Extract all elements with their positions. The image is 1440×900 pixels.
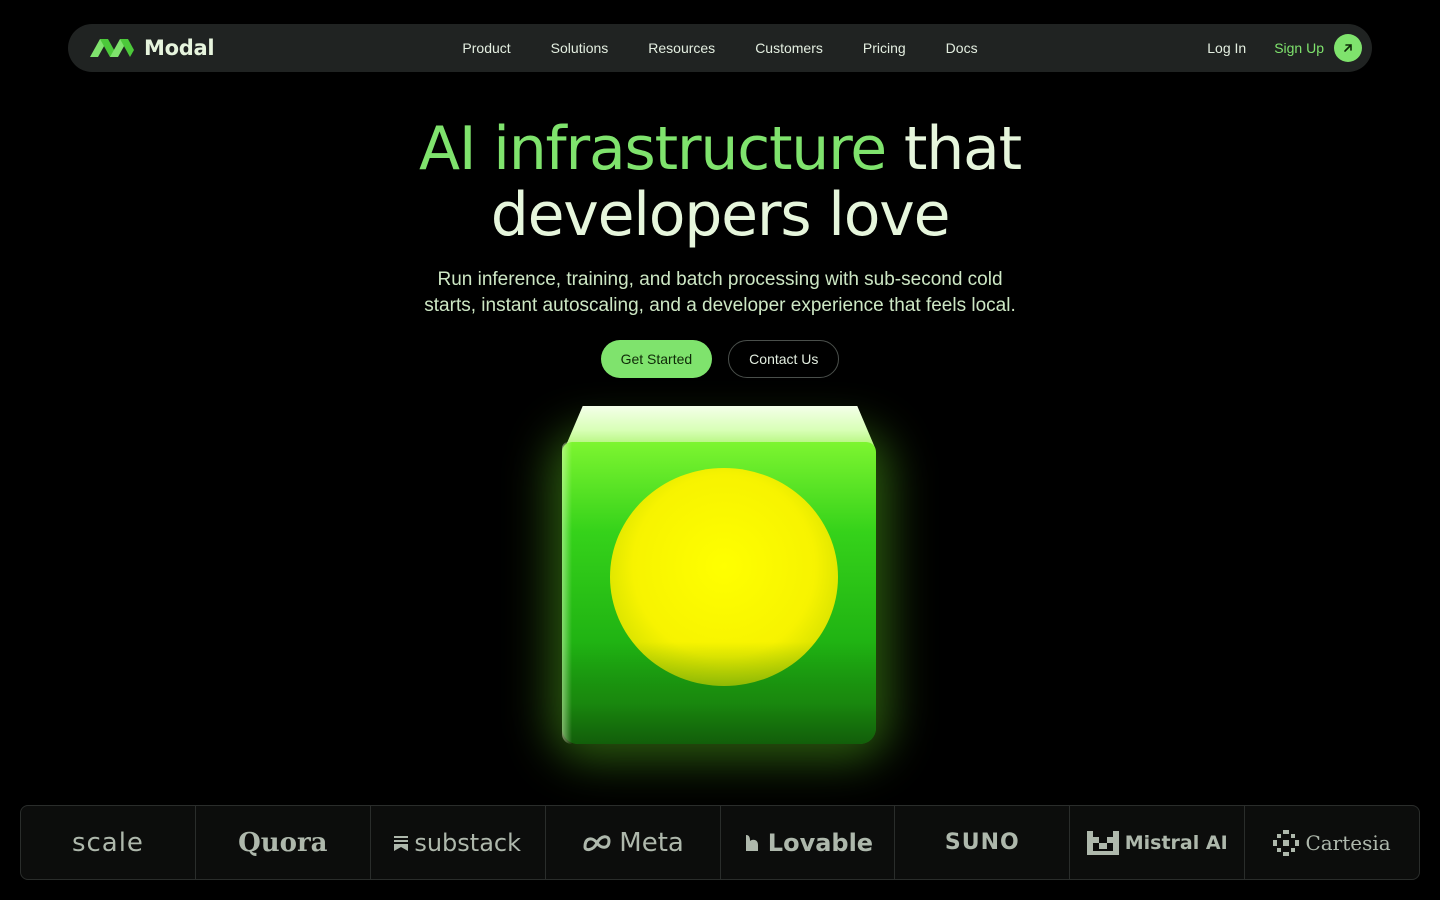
hero-title-rest: that: [886, 114, 1022, 184]
logo-text: Lovable: [767, 828, 874, 857]
customer-logo-lovable: Lovable: [721, 806, 896, 879]
cta-row: Get Started Contact Us: [0, 340, 1440, 378]
logo-text: scale: [71, 827, 144, 858]
hero-cube-illustration: [520, 390, 920, 770]
hero-subtitle-line1: Run inference, training, and batch proce…: [437, 269, 1003, 290]
logo-text: Mistral AI: [1124, 831, 1228, 854]
customer-logo-scale: scale: [21, 806, 196, 879]
customer-logo-meta: Meta: [546, 806, 721, 879]
nav-auth: Log In Sign Up: [1207, 24, 1362, 72]
brand-home-link[interactable]: Modal: [90, 24, 215, 72]
hero-title-line2: developers love: [490, 180, 951, 250]
nav-link-product[interactable]: Product: [462, 40, 510, 56]
logo-text: Cartesia: [1305, 830, 1391, 855]
customer-logo-suno: SUNO: [895, 806, 1071, 879]
logo-text: Meta: [619, 827, 684, 858]
substack-icon: [394, 835, 409, 851]
customer-logo-cartesia: Cartesia: [1245, 806, 1419, 879]
cube-front-face: [562, 442, 876, 744]
cartesia-icon: [1273, 829, 1300, 856]
logo-text: substack: [414, 828, 522, 857]
lovable-icon: [745, 834, 758, 851]
hero-subtitle: Run inference, training, and batch proce…: [370, 267, 1070, 319]
nav-link-solutions[interactable]: Solutions: [551, 40, 609, 56]
contact-us-button[interactable]: Contact Us: [728, 340, 840, 378]
hero-title: AI infrastructure that developers love: [0, 116, 1440, 248]
logo-text: Quora: [238, 827, 328, 858]
customer-logo-mistral: Mistral AI: [1070, 806, 1246, 879]
customer-logo-substack: substack: [371, 806, 546, 879]
arrow-up-right-icon[interactable]: [1334, 34, 1362, 62]
top-navbar: Modal Product Solutions Resources Custom…: [68, 24, 1372, 72]
nav-link-customers[interactable]: Customers: [755, 40, 823, 56]
modal-logo-icon: [90, 37, 134, 59]
signup-link[interactable]: Sign Up: [1274, 40, 1324, 56]
cube-edge-highlight: [562, 442, 572, 744]
nav-links: Product Solutions Resources Customers Pr…: [68, 24, 1372, 72]
get-started-button[interactable]: Get Started: [600, 340, 713, 378]
customer-logo-quora: Quora: [196, 806, 371, 879]
meta-infinity-icon: [583, 834, 611, 851]
nav-link-resources[interactable]: Resources: [648, 40, 715, 56]
nav-link-docs[interactable]: Docs: [946, 40, 978, 56]
login-link[interactable]: Log In: [1207, 40, 1246, 56]
cube-shade: [562, 642, 876, 744]
hero-title-accent: AI infrastructure: [419, 114, 887, 184]
logo-text: SUNO: [944, 830, 1020, 855]
nav-link-pricing[interactable]: Pricing: [863, 40, 906, 56]
mistral-icon: [1086, 830, 1119, 855]
hero-subtitle-line2: starts, instant autoscaling, and a devel…: [424, 295, 1016, 316]
brand-name: Modal: [144, 36, 215, 60]
customer-logo-strip: scale Quora substack Meta Lovable SUNO M…: [20, 805, 1420, 880]
